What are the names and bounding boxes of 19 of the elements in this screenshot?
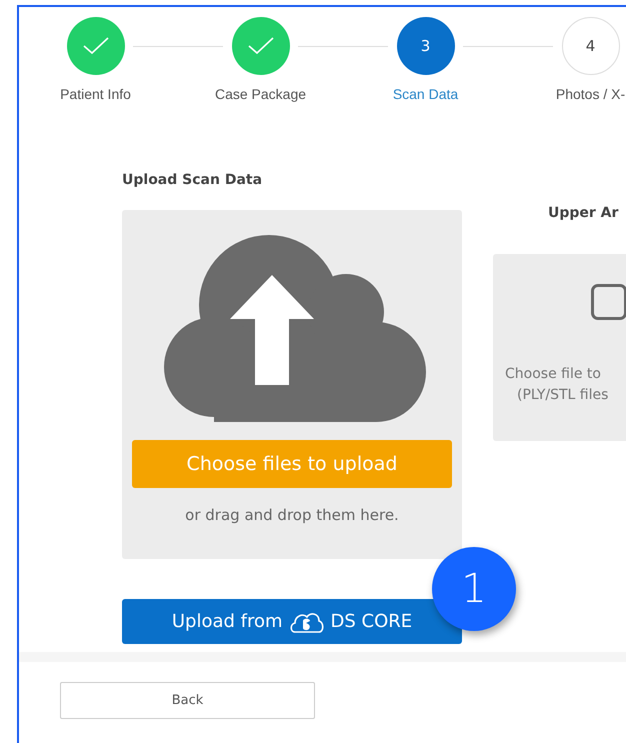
drop-zone[interactable]: Choose files to upload or drag and drop them here.: [122, 210, 462, 559]
step-label: Photos / X-: [556, 86, 626, 102]
callout-badge: 1: [432, 547, 516, 631]
step-label: Scan Data: [392, 86, 458, 102]
ds-core-upload-button[interactable]: Upload from DS CORE: [122, 599, 462, 644]
section-heading: Upload Scan Data: [122, 172, 264, 188]
checkbox[interactable]: [591, 284, 626, 320]
upload-hint: Choose file to: [505, 365, 602, 384]
back-button[interactable]: Back: [60, 682, 315, 719]
upload-hint: (PLY/STL files: [516, 386, 610, 405]
step-indicator[interactable]: 4: [562, 17, 620, 75]
upper-arch-heading: Upper Ar: [548, 205, 620, 221]
step-label: Patient Info: [60, 86, 131, 102]
drop-hint: or drag and drop them here.: [185, 506, 399, 524]
upload-box[interactable]: Choose file to (PLY/STL files: [493, 254, 626, 441]
step-label: Case Package: [214, 86, 306, 102]
step-indicator[interactable]: 3: [396, 17, 454, 75]
check-icon: [82, 37, 108, 55]
check-icon: [248, 37, 274, 55]
